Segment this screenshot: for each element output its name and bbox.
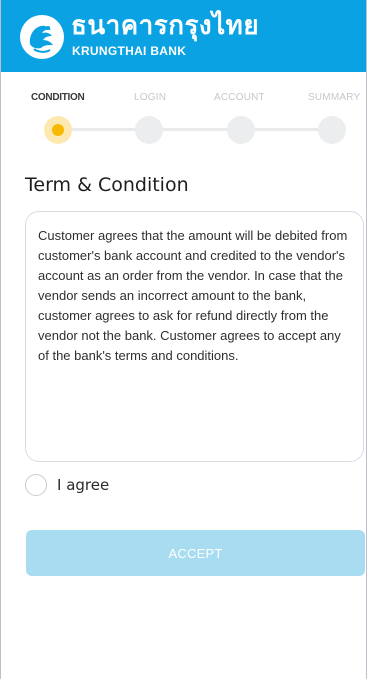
agree-label: I agree	[57, 476, 110, 494]
step-dot-summary	[318, 116, 346, 144]
app-frame: ธนาคารกรุงไทย KRUNGTHAI BANK CONDITION L…	[0, 0, 367, 679]
accept-button[interactable]: ACCEPT	[26, 530, 365, 576]
progress-stepper: CONDITION LOGIN ACCOUNT SUMMARY	[1, 92, 366, 152]
step-label-summary: SUMMARY	[308, 92, 361, 103]
agree-radio[interactable]	[25, 474, 47, 496]
step-dot-condition	[44, 116, 72, 144]
terms-text: Customer agrees that the amount will be …	[38, 228, 348, 363]
page-title: Term & Condition	[25, 174, 189, 196]
header-bar: ธนาคารกรุงไทย KRUNGTHAI BANK	[1, 0, 366, 72]
krungthai-logo-icon	[20, 15, 64, 59]
stepper-track	[57, 128, 333, 131]
step-dot-account	[227, 116, 255, 144]
step-label-login: LOGIN	[134, 92, 167, 103]
step-label-account: ACCOUNT	[214, 92, 265, 103]
step-label-condition: CONDITION	[31, 92, 85, 103]
brand-english-name: KRUNGTHAI BANK	[72, 44, 187, 58]
step-dot-active-indicator	[52, 124, 64, 136]
terms-box[interactable]: Customer agrees that the amount will be …	[25, 211, 364, 462]
step-dot-login	[135, 116, 163, 144]
brand-thai-name: ธนาคารกรุงไทย	[71, 11, 260, 41]
agree-option[interactable]: I agree	[25, 473, 109, 497]
